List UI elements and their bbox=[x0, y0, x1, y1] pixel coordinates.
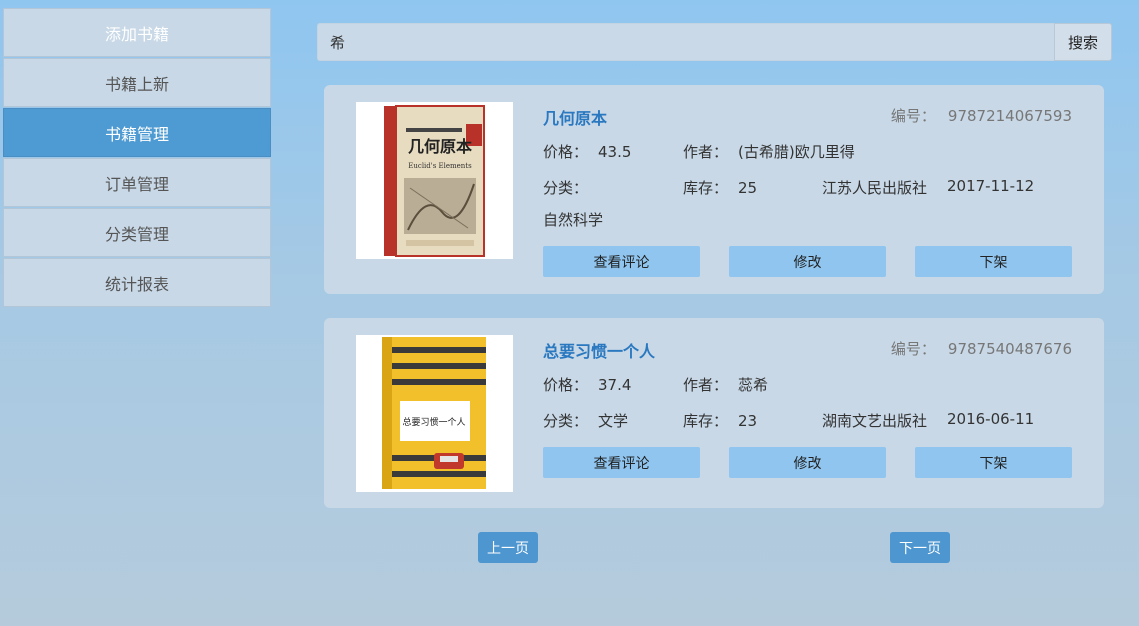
book-cover-image: 总要习惯一个人 bbox=[356, 335, 513, 492]
book-category: 分类： bbox=[543, 177, 598, 198]
author-label: 作者： bbox=[683, 143, 729, 161]
book-isbn: 编号： 9787540487676 bbox=[891, 338, 1072, 359]
book-cover-art: 总要习惯一个人 bbox=[382, 337, 486, 489]
book-price: 价格： 37.4 bbox=[543, 374, 631, 395]
book-card: 几何原本 Euclid's Elements 几何原本 编号： 978721406… bbox=[324, 85, 1104, 294]
cover-subtitle: Euclid's Elements bbox=[408, 162, 472, 170]
book-author: 作者： (古希腊)欧几里得 bbox=[683, 141, 855, 162]
book-cover-image: 几何原本 Euclid's Elements bbox=[356, 102, 513, 259]
sidebar: 添加书籍 书籍上新 书籍管理 订单管理 分类管理 统计报表 bbox=[3, 8, 271, 308]
isbn-value: 9787540487676 bbox=[947, 340, 1072, 358]
sidebar-item-new-books[interactable]: 书籍上新 bbox=[3, 58, 271, 107]
sidebar-item-label: 书籍管理 bbox=[104, 124, 169, 144]
search-bar: 搜索 bbox=[317, 23, 1112, 61]
edit-button[interactable]: 修改 bbox=[729, 447, 886, 478]
book-publisher: 江苏人民出版社 bbox=[822, 179, 928, 197]
stock-label: 库存： bbox=[683, 179, 729, 197]
author-value: 蕊希 bbox=[738, 376, 769, 394]
price-label: 价格： bbox=[543, 376, 589, 394]
sidebar-item-label: 订单管理 bbox=[104, 174, 169, 194]
view-reviews-button[interactable]: 查看评论 bbox=[543, 246, 700, 277]
book-title[interactable]: 总要习惯一个人 bbox=[543, 338, 655, 362]
stock-value: 25 bbox=[738, 179, 758, 197]
book-author: 作者： 蕊希 bbox=[683, 374, 768, 395]
edit-button[interactable]: 修改 bbox=[729, 246, 886, 277]
category-value: 文学 bbox=[598, 412, 629, 430]
sidebar-item-label: 书籍上新 bbox=[104, 74, 169, 94]
book-isbn: 编号： 9787214067593 bbox=[891, 105, 1072, 126]
book-date: 2016-06-11 bbox=[947, 410, 1035, 428]
stock-value: 23 bbox=[738, 412, 758, 430]
book-title[interactable]: 几何原本 bbox=[543, 105, 607, 129]
cover-title: 总要习惯一个人 bbox=[402, 416, 465, 428]
prev-page-button[interactable]: 上一页 bbox=[478, 532, 538, 563]
search-input[interactable] bbox=[317, 23, 1054, 61]
sidebar-item-label: 分类管理 bbox=[104, 224, 169, 244]
book-category-extra: 自然科学 bbox=[543, 211, 604, 229]
isbn-value: 9787214067593 bbox=[947, 107, 1072, 125]
author-value: (古希腊)欧几里得 bbox=[738, 143, 855, 161]
isbn-label: 编号： bbox=[890, 107, 936, 125]
book-stock: 库存： 25 bbox=[683, 177, 757, 198]
sidebar-item-category-management[interactable]: 分类管理 bbox=[3, 208, 271, 257]
sidebar-item-add-book[interactable]: 添加书籍 bbox=[3, 8, 271, 57]
book-card: 总要习惯一个人 总要习惯一个人 编号： 9787540487676 价格： 37.4… bbox=[324, 318, 1104, 508]
sidebar-item-label: 统计报表 bbox=[104, 274, 169, 294]
book-category: 分类： 文学 bbox=[543, 410, 628, 431]
stock-label: 库存： bbox=[683, 412, 729, 430]
remove-button[interactable]: 下架 bbox=[915, 246, 1072, 277]
book-stock: 库存： 23 bbox=[683, 410, 757, 431]
sidebar-item-order-management[interactable]: 订单管理 bbox=[3, 158, 271, 207]
book-publisher: 湖南文艺出版社 bbox=[822, 412, 928, 430]
isbn-label: 编号： bbox=[890, 340, 936, 358]
sidebar-item-statistics[interactable]: 统计报表 bbox=[3, 258, 271, 307]
price-value: 37.4 bbox=[598, 376, 632, 394]
sidebar-item-book-management[interactable]: 书籍管理 bbox=[3, 108, 271, 157]
cover-title: 几何原本 bbox=[408, 137, 472, 156]
price-value: 43.5 bbox=[598, 143, 632, 161]
search-button[interactable]: 搜索 bbox=[1054, 23, 1112, 61]
author-label: 作者： bbox=[683, 376, 729, 394]
book-price: 价格： 43.5 bbox=[543, 141, 631, 162]
category-label: 分类： bbox=[543, 179, 589, 197]
book-cover-art: 几何原本 Euclid's Elements bbox=[384, 105, 485, 257]
book-date: 2017-11-12 bbox=[947, 177, 1035, 195]
remove-button[interactable]: 下架 bbox=[915, 447, 1072, 478]
price-label: 价格： bbox=[543, 143, 589, 161]
next-page-button[interactable]: 下一页 bbox=[890, 532, 950, 563]
view-reviews-button[interactable]: 查看评论 bbox=[543, 447, 700, 478]
sidebar-item-label: 添加书籍 bbox=[104, 24, 169, 44]
category-label: 分类： bbox=[543, 412, 589, 430]
